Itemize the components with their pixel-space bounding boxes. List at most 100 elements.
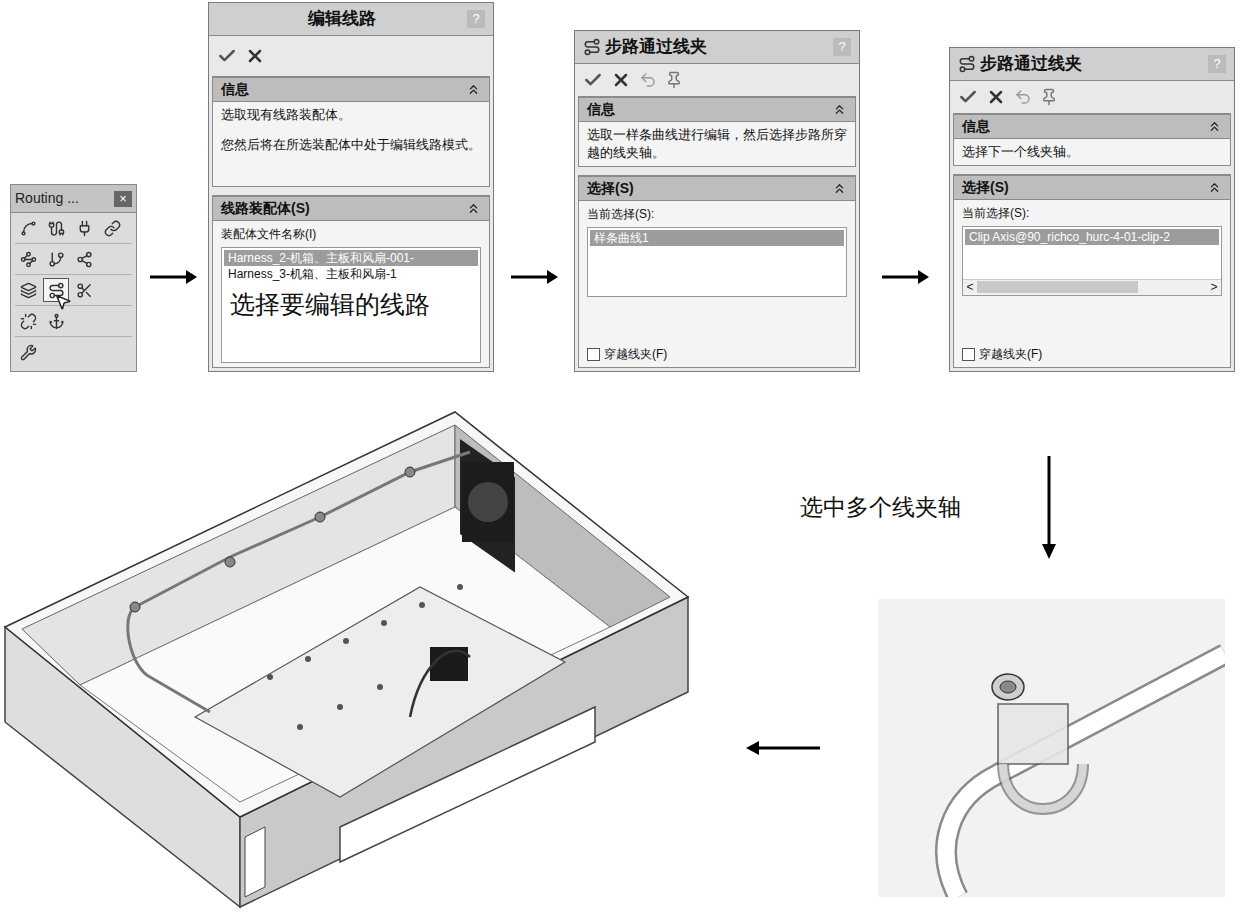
scroll-thumb[interactable] — [977, 281, 1138, 293]
tutorial-figure: Routing ...× 编辑线路? 信息选取现有线路装配体。您然后将在所选装配体中… — [0, 0, 1241, 915]
scroll-right-button[interactable]: > — [1207, 280, 1221, 294]
list-item[interactable]: Clip Axis@90_richco_hurc-4-01-clip-2 — [965, 229, 1219, 245]
section-header[interactable]: 信息 — [579, 97, 855, 122]
undo-icon[interactable] — [639, 71, 657, 89]
horizontal-scrollbar[interactable]: <> — [963, 279, 1221, 295]
toolbar-button[interactable] — [71, 247, 97, 271]
panel-actions — [575, 64, 859, 96]
ok-icon[interactable] — [958, 87, 978, 107]
panel-title: 步路通过线夹 — [605, 34, 707, 60]
right-arrow-icon — [148, 267, 198, 287]
field-label: 装配体文件名称(I) — [221, 225, 481, 243]
right-arrow-icon — [509, 267, 559, 287]
checkbox-label: 穿越线夹(F) — [979, 345, 1042, 363]
section-title: 选择(S) — [962, 177, 1009, 198]
selection-list[interactable]: Harness_2-机箱、主板和风扇-001-Harness_3-机箱、主板和风… — [221, 247, 481, 364]
panel-title-bar: 步路通过线夹? — [950, 48, 1234, 81]
checkbox[interactable] — [587, 348, 600, 361]
tool-icon — [48, 313, 65, 330]
scroll-track — [977, 281, 1207, 293]
flow-label: 选中多个线夹轴 — [800, 490, 961, 525]
tool-icon — [20, 220, 37, 237]
field-label: 当前选择(S): — [587, 205, 847, 223]
toolbar-title-bar: Routing ...× — [11, 185, 136, 213]
collapse-icon[interactable] — [466, 201, 481, 216]
info-section: 信息选取现有线路装配体。您然后将在所选装配体中处于编辑线路模式。 — [212, 76, 490, 187]
checkbox-row[interactable]: 穿越线夹(F) — [587, 337, 847, 363]
cancel-icon[interactable] — [245, 46, 265, 66]
checkbox-label: 穿越线夹(F) — [604, 345, 667, 363]
tool-icon — [20, 313, 37, 330]
toolbar-row — [15, 275, 132, 306]
panel-actions — [209, 36, 493, 76]
panel-actions — [950, 81, 1234, 113]
ok-icon[interactable] — [583, 70, 603, 90]
toolbar-row — [15, 244, 132, 275]
toolbar-button[interactable] — [43, 216, 69, 240]
toolbar-row — [15, 213, 132, 244]
toolbar-button[interactable] — [15, 216, 41, 240]
tool-icon — [48, 220, 65, 237]
help-button[interactable]: ? — [467, 10, 485, 28]
list-item[interactable]: 样条曲线1 — [590, 230, 844, 246]
list-item[interactable]: Harness_3-机箱、主板和风扇-1 — [224, 266, 478, 282]
section-header[interactable]: 线路装配体(S) — [213, 196, 489, 221]
scroll-left-button[interactable]: < — [963, 280, 977, 294]
tool-icon — [104, 220, 121, 237]
pin-icon[interactable] — [665, 71, 683, 89]
result-row: 选中多个线夹轴 — [0, 372, 1241, 912]
ok-icon[interactable] — [217, 46, 237, 66]
panel-title: 步路通过线夹 — [980, 51, 1082, 77]
property-panel: 编辑线路? 信息选取现有线路装配体。您然后将在所选装配体中处于编辑线路模式。线路装… — [208, 2, 494, 372]
section-title: 信息 — [587, 99, 615, 120]
section-title: 信息 — [962, 116, 990, 137]
cancel-icon[interactable] — [611, 70, 631, 90]
steps-row: Routing ...× 编辑线路? 信息选取现有线路装配体。您然后将在所选装配体中… — [0, 0, 1241, 372]
section-header[interactable]: 选择(S) — [579, 176, 855, 201]
collapse-icon[interactable] — [1207, 119, 1222, 134]
checkbox-row[interactable]: 穿越线夹(F) — [962, 337, 1222, 363]
help-button[interactable]: ? — [1208, 55, 1226, 73]
cancel-icon[interactable] — [986, 87, 1006, 107]
collapse-icon[interactable] — [832, 102, 847, 117]
toolbar-button[interactable] — [43, 309, 69, 333]
toolbar-button[interactable] — [15, 340, 41, 364]
route-icon — [583, 38, 601, 56]
undo-icon[interactable] — [1014, 88, 1032, 106]
selection-section: 选择(S) 当前选择(S): 样条曲线1 穿越线夹(F) — [578, 175, 856, 369]
selection-list[interactable]: Clip Axis@90_richco_hurc-4-01-clip-2<> — [962, 226, 1222, 296]
info-section: 信息选择下一个线夹轴。 — [953, 113, 1231, 166]
tool-icon — [76, 282, 93, 299]
toolbar-button[interactable] — [15, 247, 41, 271]
checkbox[interactable] — [962, 348, 975, 361]
toolbar-row — [15, 306, 132, 337]
tool-icon — [76, 220, 93, 237]
section-header[interactable]: 信息 — [954, 114, 1230, 139]
collapse-icon[interactable] — [832, 181, 847, 196]
collapse-icon[interactable] — [1207, 180, 1222, 195]
section-title: 线路装配体(S) — [221, 198, 310, 219]
toolbar-button[interactable] — [71, 278, 97, 302]
property-panel: 步路通过线夹?信息选择下一个线夹轴。选择(S)当前选择(S):Clip Axis… — [949, 47, 1235, 372]
section-header[interactable]: 选择(S) — [954, 175, 1230, 200]
toolbar-button[interactable] — [43, 247, 69, 271]
left-arrow-icon — [745, 738, 821, 758]
pin-icon[interactable] — [1040, 88, 1058, 106]
selection-list[interactable]: 样条曲线1 — [587, 227, 847, 297]
help-button[interactable]: ? — [833, 38, 851, 56]
right-arrow-icon — [880, 267, 930, 287]
info-text: 选择下一个线夹轴。 — [962, 143, 1222, 161]
toolbar-button[interactable] — [71, 216, 97, 240]
route-icon — [958, 55, 976, 73]
toolbar-button[interactable] — [15, 278, 41, 302]
toolbar-button[interactable] — [43, 278, 69, 302]
panel-title-bar: 编辑线路? — [209, 3, 493, 36]
toolbar-button[interactable] — [15, 309, 41, 333]
collapse-icon[interactable] — [466, 82, 481, 97]
section-header[interactable]: 信息 — [213, 77, 489, 102]
list-item[interactable]: Harness_2-机箱、主板和风扇-001- — [224, 250, 478, 266]
section-title: 信息 — [221, 79, 249, 100]
toolbar-button[interactable] — [99, 216, 125, 240]
toolbar-close-button[interactable]: × — [114, 191, 132, 207]
clip-closeup-view — [878, 599, 1225, 897]
